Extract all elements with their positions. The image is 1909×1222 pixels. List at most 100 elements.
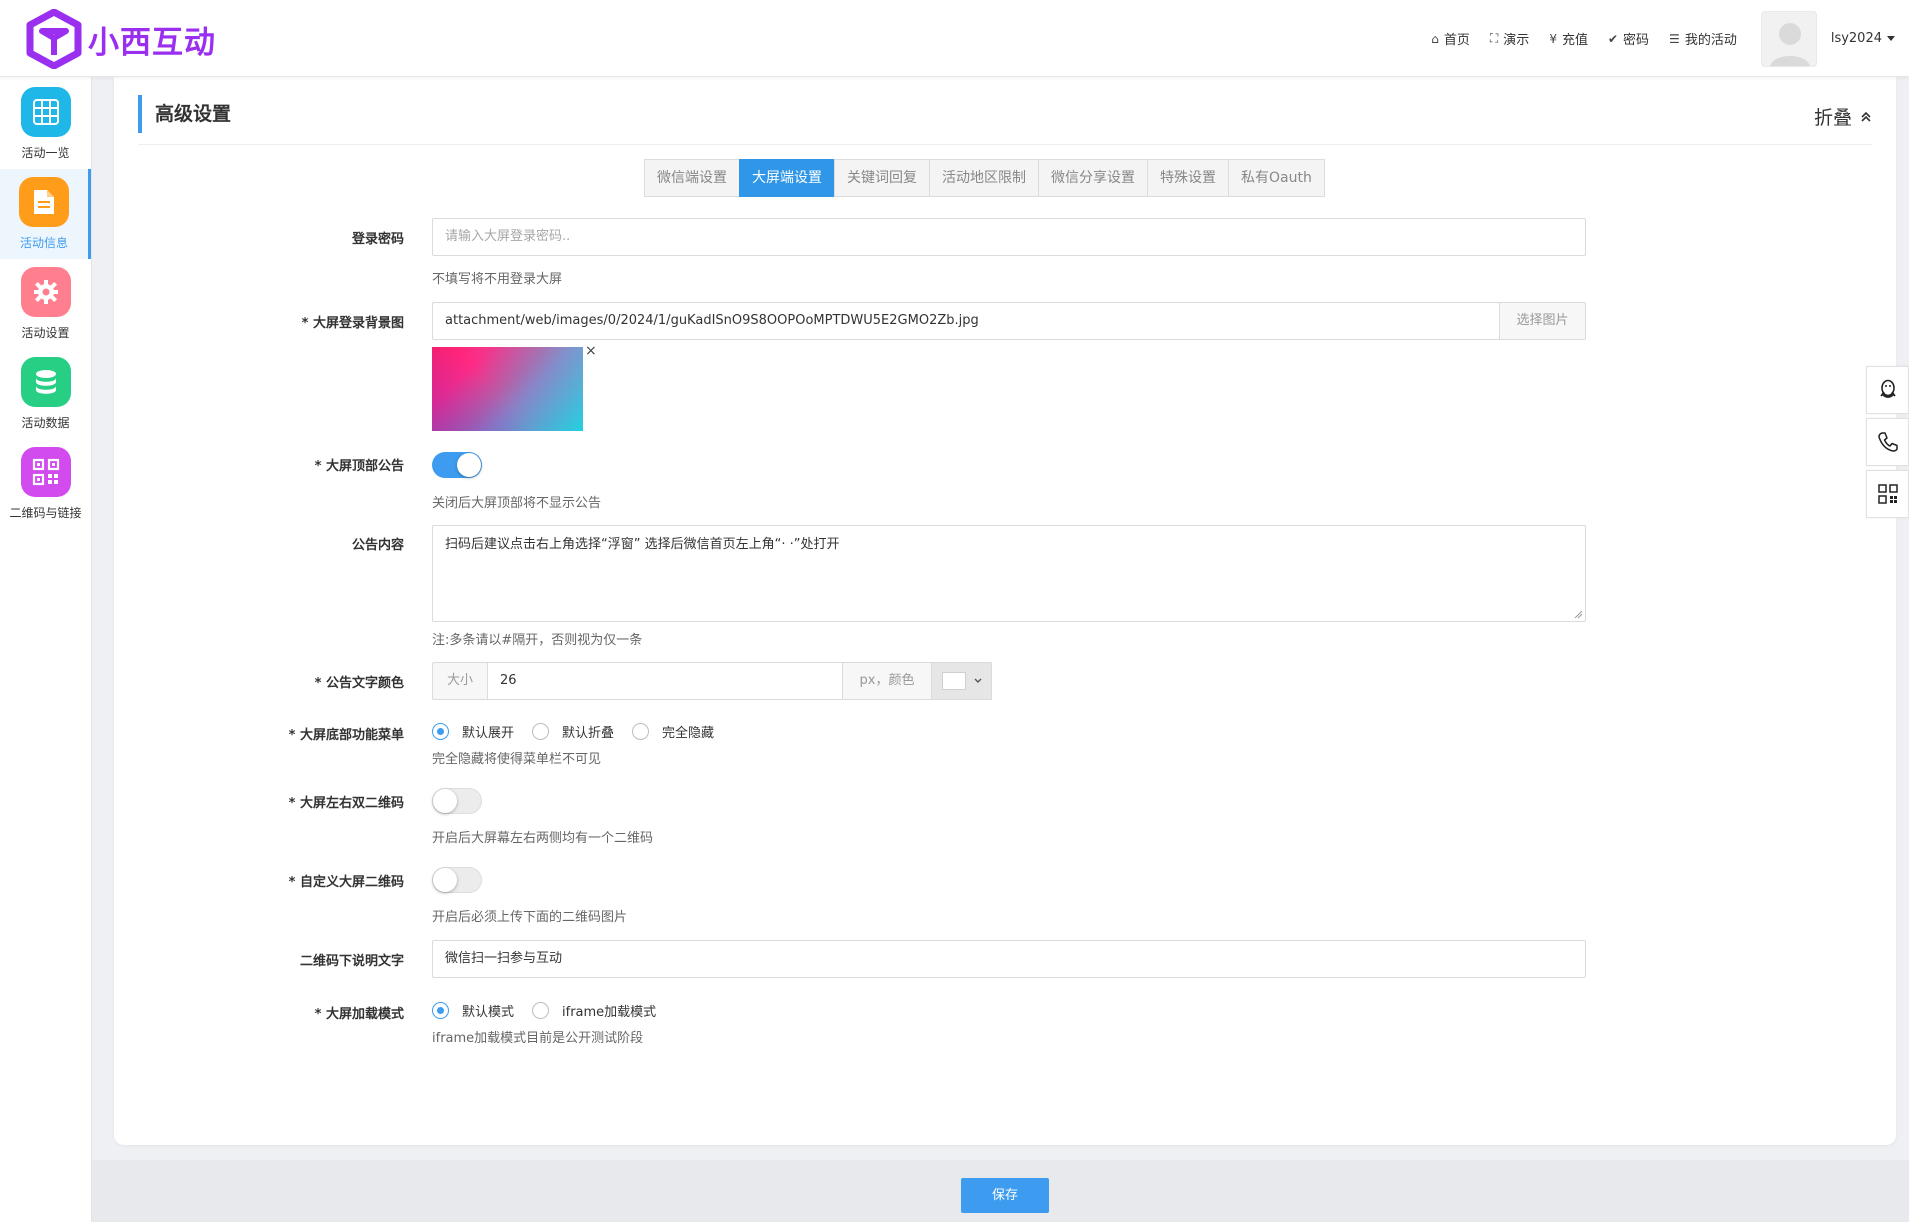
bg-image-path-input[interactable]: attachment/web/images/0/2024/1/guKadISnO… — [432, 302, 1500, 340]
radio-label: 默认折叠 — [562, 726, 615, 741]
custom-qr-toggle[interactable] — [432, 867, 482, 893]
qq-icon — [1879, 379, 1896, 398]
username: lsy2024 — [1830, 31, 1882, 46]
bg-image-preview — [432, 347, 583, 431]
load-mode-help: iframe加载模式目前是公开测试阶段 — [432, 1031, 644, 1046]
radio-default-mode[interactable]: 默认模式 — [432, 1001, 514, 1020]
radio-dot — [532, 1002, 550, 1019]
color-picker[interactable] — [931, 662, 992, 700]
logo-text: 小西互动 — [88, 24, 216, 61]
sidebar-item-qrcode-links[interactable]: 二维码与链接 — [0, 439, 91, 529]
phone-icon — [1877, 432, 1898, 452]
notice-content-textarea[interactable]: 扫码后建议点击右上角选择“浮窗” 选择后微信首页左上角“· ·”处打开 — [432, 525, 1586, 622]
choose-image-button[interactable]: 选择图片 — [1499, 302, 1586, 340]
sidebar-item-activity-settings[interactable]: 活动设置 — [0, 259, 91, 349]
top-notice-help: 关闭后大屏顶部将不显示公告 — [432, 496, 602, 511]
sidebar: 活动一览 活动信息 活动设置 活动数据 二维码与链接 — [0, 77, 92, 1222]
chevron-double-up-icon — [1861, 111, 1871, 122]
toggle-knob — [457, 453, 481, 477]
top-bar: 小西互动 ⌂ 首页 ⛶ 演示 ¥ 充值 ✔ 密码 ☰ 我的活动 lsy2024 — [0, 0, 1909, 77]
nav-recharge[interactable]: ¥ 充值 — [1549, 29, 1588, 49]
list-icon: ☰ — [1669, 31, 1680, 46]
bg-image-label: * 大屏登录背景图 — [301, 316, 404, 331]
login-password-label: 登录密码 — [351, 232, 404, 247]
qrcode-icon — [20, 447, 71, 497]
user-silhouette-icon — [1770, 22, 1810, 66]
radio-label: iframe加载模式 — [562, 1005, 657, 1020]
dual-qr-toggle[interactable] — [432, 788, 482, 814]
radio-dot — [432, 723, 449, 740]
tab-region-limit[interactable]: 活动地区限制 — [929, 159, 1039, 197]
close-icon[interactable]: × — [585, 343, 597, 359]
qr-caption-input[interactable]: 微信扫一扫参与互动 — [432, 940, 1586, 978]
size-prefix: 大小 — [432, 662, 488, 700]
notice-content-label: 公告内容 — [351, 538, 404, 553]
radio-iframe-mode[interactable]: iframe加载模式 — [532, 1001, 656, 1020]
grid-icon — [20, 87, 71, 137]
font-size-input[interactable]: 26 — [487, 662, 843, 700]
nav-recharge-label: 充值 — [1561, 33, 1588, 48]
radio-dot — [632, 723, 650, 740]
sidebar-item-activity-data[interactable]: 活动数据 — [0, 349, 91, 439]
tab-keyword-reply[interactable]: 关键词回复 — [834, 159, 930, 197]
top-notice-toggle[interactable] — [432, 452, 482, 478]
fullscreen-icon: ⛶ — [1489, 31, 1499, 45]
radio-dot — [532, 723, 550, 740]
shield-check-icon: ✔ — [1607, 31, 1619, 46]
tab-screen-settings[interactable]: 大屏端设置 — [739, 159, 835, 197]
user-menu[interactable]: lsy2024 — [1831, 31, 1895, 46]
qq-button[interactable] — [1866, 366, 1909, 414]
nav-my-activities-label: 我的活动 — [1684, 33, 1737, 48]
toggle-knob — [433, 868, 457, 892]
card-header: 高级设置 折叠 — [138, 95, 1872, 145]
sidebar-label: 活动信息 — [19, 236, 68, 250]
nav-home[interactable]: ⌂ 首页 — [1431, 29, 1470, 49]
logo-cube-icon — [26, 9, 82, 69]
tab-special-settings[interactable]: 特殊设置 — [1147, 159, 1229, 197]
fold-label: 折叠 — [1813, 107, 1852, 129]
document-icon — [19, 177, 69, 227]
nav-my-activities[interactable]: ☰ 我的活动 — [1669, 29, 1737, 49]
phone-button[interactable] — [1866, 418, 1909, 466]
advanced-settings-card: 高级设置 折叠 微信端设置 大屏端设置 关键词回复 活动地区限制 微信分享设置 … — [114, 77, 1896, 1145]
custom-qr-help: 开启后必须上传下面的二维码图片 — [432, 910, 628, 925]
tab-wechat-settings[interactable]: 微信端设置 — [644, 159, 740, 197]
sidebar-item-activity-list[interactable]: 活动一览 — [0, 79, 91, 169]
settings-tabs: 微信端设置 大屏端设置 关键词回复 活动地区限制 微信分享设置 特殊设置 私有O… — [644, 159, 1325, 197]
custom-qr-label: * 自定义大屏二维码 — [288, 875, 404, 890]
bottom-menu-label: * 大屏底部功能菜单 — [288, 728, 404, 743]
login-password-help: 不填写将不用登录大屏 — [432, 272, 563, 287]
notice-content-text: 扫码后建议点击右上角选择“浮窗” 选择后微信首页左上角“· ·”处打开 — [445, 537, 840, 552]
sidebar-label: 活动设置 — [21, 326, 70, 340]
radio-dot — [432, 1002, 449, 1019]
notice-content-help: 注:多条请以#隔开，否则视为仅一条 — [432, 633, 643, 648]
radio-fully-hidden[interactable]: 完全隐藏 — [632, 722, 714, 741]
bottom-menu-help: 完全隐藏将使得菜单栏不可见 — [432, 752, 602, 767]
save-button[interactable]: 保存 — [961, 1178, 1049, 1213]
radio-label: 默认模式 — [462, 1005, 515, 1020]
radio-default-expand[interactable]: 默认展开 — [432, 722, 514, 741]
nav-demo[interactable]: ⛶ 演示 — [1490, 29, 1529, 48]
caret-down-icon — [1887, 36, 1895, 41]
sidebar-item-activity-info[interactable]: 活动信息 — [0, 169, 91, 259]
nav-password[interactable]: ✔ 密码 — [1607, 29, 1649, 49]
top-notice-label: * 大屏顶部公告 — [314, 459, 404, 474]
notice-font-label: * 公告文字颜色 — [314, 676, 404, 691]
home-icon: ⌂ — [1431, 31, 1439, 46]
tab-private-oauth[interactable]: 私有Oauth — [1228, 159, 1325, 197]
tab-wechat-share[interactable]: 微信分享设置 — [1038, 159, 1148, 197]
qr-caption-label: 二维码下说明文字 — [299, 954, 404, 969]
fold-button[interactable]: 折叠 — [1814, 103, 1872, 130]
login-password-input[interactable]: 请输入大屏登录密码.. — [432, 218, 1586, 256]
yen-icon: ¥ — [1549, 31, 1557, 46]
qrcode-button[interactable] — [1866, 470, 1909, 518]
dual-qr-help: 开启后大屏幕左右两侧均有一个二维码 — [432, 831, 654, 846]
resize-handle-icon[interactable] — [1574, 610, 1583, 619]
avatar[interactable] — [1760, 10, 1817, 67]
bottom-menu-radio-group: 默认展开 默认折叠 完全隐藏 — [432, 722, 732, 741]
logo[interactable]: 小西互动 — [26, 8, 216, 70]
sidebar-label: 活动一览 — [21, 146, 70, 160]
radio-default-collapse[interactable]: 默认折叠 — [532, 722, 614, 741]
top-nav: ⌂ 首页 ⛶ 演示 ¥ 充值 ✔ 密码 ☰ 我的活动 lsy2024 — [1431, 0, 1909, 77]
load-mode-radio-group: 默认模式 iframe加载模式 — [432, 1001, 674, 1020]
